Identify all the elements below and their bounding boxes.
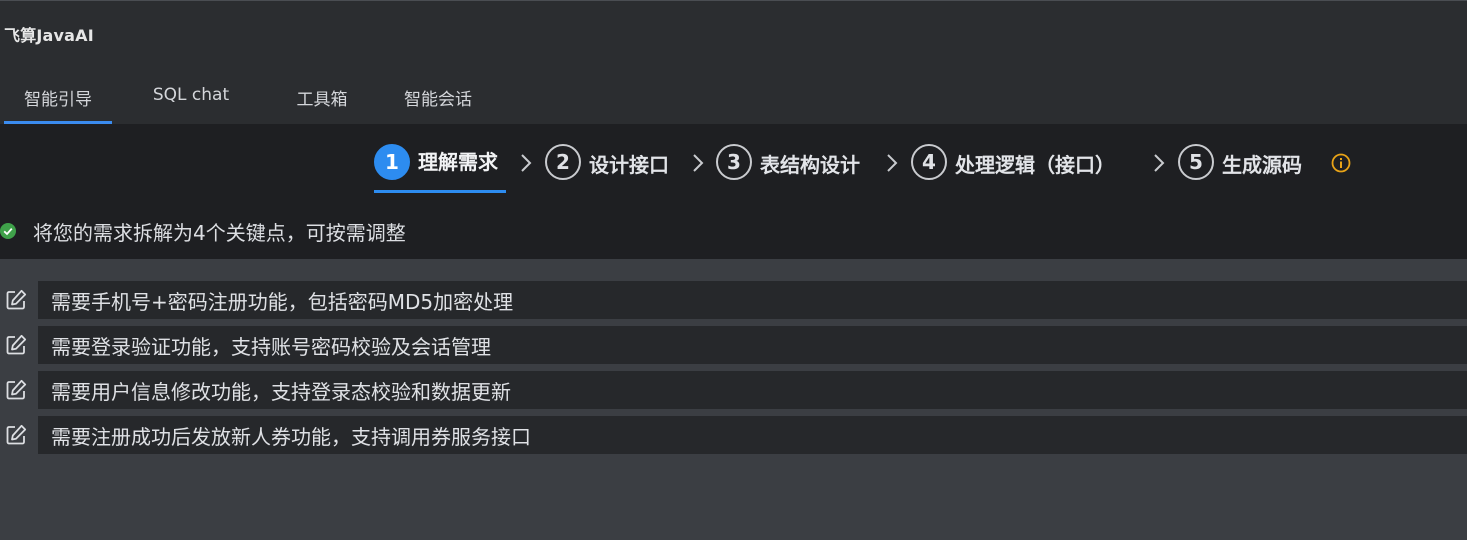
- check-circle-icon: [0, 223, 16, 239]
- step-generate-source[interactable]: 5 生成源码: [1178, 144, 1302, 194]
- step-number: 4: [911, 144, 947, 180]
- info-icon[interactable]: [1330, 152, 1352, 174]
- chevron-right-icon: [693, 154, 704, 172]
- step-number: 3: [716, 144, 752, 180]
- edit-icon[interactable]: [4, 333, 28, 357]
- step-design-api[interactable]: 2 设计接口: [545, 144, 669, 194]
- status-row: 将您的需求拆解为4个关键点，可按需调整: [0, 218, 406, 245]
- step-process-logic[interactable]: 4 处理逻辑（接口）: [911, 144, 1115, 194]
- tab-smart-chat[interactable]: 智能会话: [374, 71, 502, 124]
- active-step-underline: [374, 190, 506, 193]
- step-label: 理解需求: [418, 150, 498, 174]
- step-label: 表结构设计: [760, 153, 860, 177]
- step-label: 生成源码: [1222, 153, 1302, 177]
- app-header: 飞算JavaAI 智能引导 SQL chat 工具箱 智能会话: [0, 1, 1467, 124]
- requirement-text[interactable]: 需要注册成功后发放新人券功能，支持调用券服务接口: [38, 416, 1467, 454]
- step-label: 设计接口: [589, 153, 669, 177]
- chevron-right-icon: [1154, 154, 1165, 172]
- step-number: 1: [374, 144, 410, 180]
- tab-sql-chat[interactable]: SQL chat: [112, 71, 270, 124]
- step-number: 5: [1178, 144, 1214, 180]
- edit-icon[interactable]: [4, 423, 28, 447]
- requirement-row: 需要用户信息修改功能，支持登录态校验和数据更新: [0, 371, 1467, 409]
- status-message: 将您的需求拆解为4个关键点，可按需调整: [33, 220, 406, 245]
- requirement-row: 需要手机号+密码注册功能，包括密码MD5加密处理: [0, 281, 1467, 319]
- edit-icon[interactable]: [4, 378, 28, 402]
- requirement-text[interactable]: 需要手机号+密码注册功能，包括密码MD5加密处理: [38, 281, 1467, 319]
- requirement-text[interactable]: 需要用户信息修改功能，支持登录态校验和数据更新: [38, 371, 1467, 409]
- step-number: 2: [545, 144, 581, 180]
- chevron-right-icon: [521, 154, 532, 172]
- edit-icon[interactable]: [4, 288, 28, 312]
- app-title: 飞算JavaAI: [4, 26, 94, 45]
- chevron-right-icon: [887, 154, 898, 172]
- requirement-text[interactable]: 需要登录验证功能，支持账号密码校验及会话管理: [38, 326, 1467, 364]
- step-label: 处理逻辑（接口）: [955, 153, 1115, 177]
- tab-smart-guide[interactable]: 智能引导: [4, 71, 112, 124]
- tab-bar: 智能引导 SQL chat 工具箱 智能会话: [4, 71, 502, 124]
- step-table-design[interactable]: 3 表结构设计: [716, 144, 860, 194]
- step-understand-requirements[interactable]: 1 理解需求: [374, 144, 498, 194]
- requirement-row: 需要注册成功后发放新人券功能，支持调用券服务接口: [0, 416, 1467, 454]
- steps-panel: 1 理解需求 2 设计接口 3 表结构设计 4 处理逻辑（接口） 5 生成源码 …: [0, 124, 1467, 259]
- requirement-row: 需要登录验证功能，支持账号密码校验及会话管理: [0, 326, 1467, 364]
- tab-toolbox[interactable]: 工具箱: [270, 71, 374, 124]
